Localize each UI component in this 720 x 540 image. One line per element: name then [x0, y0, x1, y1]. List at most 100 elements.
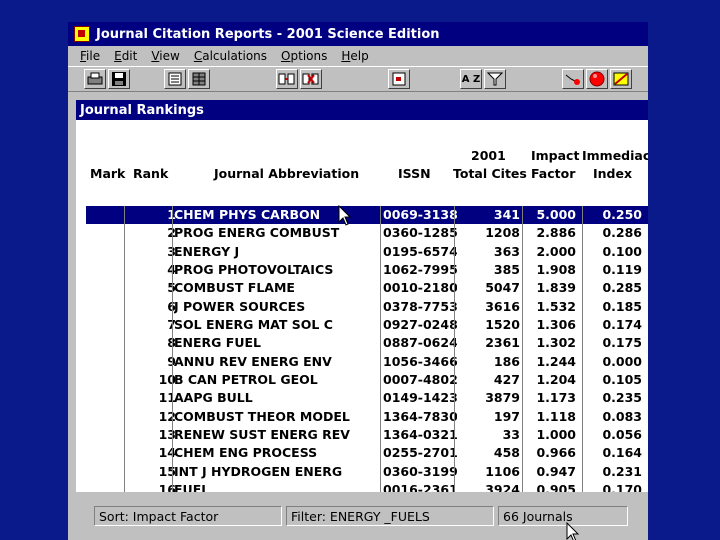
- app-icon[interactable]: [74, 26, 90, 42]
- cell-rank: 12: [158, 408, 176, 424]
- cell-rank: 8: [134, 334, 176, 352]
- table-row[interactable]: 5COMBUST FLAME 0010-2180 5047 1.839 0.285: [86, 279, 648, 297]
- graph-button[interactable]: [562, 69, 584, 89]
- cell-total-cites: 385: [493, 262, 520, 278]
- menu-bar: File Edit View Calculations Options Help: [68, 46, 648, 66]
- cell-rank: 16: [158, 482, 176, 492]
- cell-rank: 2: [134, 224, 176, 242]
- menu-file[interactable]: File: [80, 49, 100, 63]
- menu-calculations[interactable]: Calculations: [194, 49, 267, 63]
- table-row[interactable]: 1CHEM PHYS CARBON 0069-3138 341 5.000 0.250: [86, 206, 648, 225]
- cell-journal-abbreviation: AAPG BULL: [174, 390, 253, 406]
- column-header-impact[interactable]: Impact: [531, 148, 579, 163]
- exit-icon: [613, 72, 629, 86]
- cell-impact-factor: 0.905: [536, 482, 576, 492]
- cell-immediacy-index: 0.235: [602, 390, 642, 406]
- funnel-icon: [487, 72, 503, 86]
- cell-immediacy-index: 0.164: [602, 445, 642, 461]
- cell-rank: 10: [158, 372, 176, 388]
- cell-impact-factor: 0.947: [536, 463, 576, 479]
- cell-impact-factor: 2.886: [536, 225, 576, 241]
- exit-button[interactable]: [610, 69, 632, 89]
- cell-rank: 7: [134, 316, 176, 334]
- mark-records-icon: [278, 73, 295, 85]
- cell-total-cites: 1106: [485, 463, 520, 479]
- sort-status: Sort: Impact Factor: [94, 506, 282, 526]
- cell-journal-abbreviation: ENERGY J: [174, 243, 240, 259]
- print-button[interactable]: [84, 69, 106, 89]
- table-row[interactable]: 9ANNU REV ENERG ENV 1056-3466 186 1.244 0.00…: [86, 353, 648, 371]
- panel-title-text: Journal Rankings: [80, 102, 204, 118]
- cell-journal-abbreviation: PROG ENERG COMBUST: [174, 225, 340, 241]
- column-header-index[interactable]: Index: [593, 166, 632, 181]
- cell-immediacy-index: 0.175: [602, 335, 642, 351]
- menu-help[interactable]: Help: [341, 49, 368, 63]
- column-header-immediacy[interactable]: Immediacy: [582, 148, 648, 163]
- mark-button[interactable]: [276, 69, 298, 89]
- list-view-button[interactable]: [164, 69, 186, 89]
- table-row[interactable]: 6J POWER SOURCES 0378-7753 3616 1.532 0.185: [86, 298, 648, 316]
- cell-journal-abbreviation: B CAN PETROL GEOL: [174, 372, 318, 388]
- menu-view[interactable]: View: [151, 49, 179, 63]
- column-header-factor[interactable]: Factor: [531, 166, 575, 181]
- column-header-abbrev[interactable]: Journal Abbreviation: [214, 166, 359, 181]
- filter-button[interactable]: [484, 69, 506, 89]
- column-header-cites-year[interactable]: 2001: [471, 148, 506, 163]
- journal-detail-button[interactable]: [388, 69, 410, 89]
- cell-total-cites: 3616: [485, 298, 520, 314]
- menu-options[interactable]: Options: [281, 49, 327, 63]
- table-row[interactable]: 2PROG ENERG COMBUST 0360-1285 1208 2.886 0.2…: [86, 224, 648, 242]
- grid-view-button[interactable]: [188, 69, 210, 89]
- cell-rank: 1: [134, 206, 176, 224]
- table-row[interactable]: 10 B CAN PETROL GEOL 0007-4802 427 1.204 0.10…: [86, 371, 648, 389]
- cell-total-cites: 341: [493, 207, 520, 222]
- table-row[interactable]: 7SOL ENERG MAT SOL C 0927-0248 1520 1.306 0.…: [86, 316, 648, 334]
- cell-journal-abbreviation: PROG PHOTOVOLTAICS: [174, 262, 334, 278]
- printer-icon: [87, 72, 103, 85]
- cell-issn: 0069-3138: [383, 207, 457, 222]
- cell-impact-factor: 1.908: [536, 262, 576, 278]
- cell-total-cites: 33: [502, 427, 520, 443]
- table-row[interactable]: 4PROG PHOTOVOLTAICS 1062-7995 385 1.908 0.11…: [86, 261, 648, 279]
- cell-immediacy-index: 0.286: [602, 225, 642, 241]
- cell-immediacy-index: 0.250: [602, 207, 642, 222]
- cell-journal-abbreviation: SOL ENERG MAT SOL C: [174, 317, 333, 333]
- save-button[interactable]: [108, 69, 130, 89]
- cell-total-cites: 1208: [485, 225, 520, 241]
- stop-button[interactable]: [586, 69, 608, 89]
- cell-issn: 0016-2361: [383, 482, 457, 492]
- table-row[interactable]: 16 FUEL 0016-2361 3924 0.905 0.170: [86, 481, 648, 492]
- column-header-rank[interactable]: Rank: [133, 166, 168, 181]
- column-divider: [582, 206, 583, 492]
- sort-button[interactable]: A Z: [460, 69, 482, 89]
- cell-rank: 3: [134, 243, 176, 261]
- table-row[interactable]: 12 COMBUST THEOR MODEL 1364-7830 197 1.118 0.…: [86, 408, 648, 426]
- cell-journal-abbreviation: COMBUST THEOR MODEL: [174, 408, 350, 424]
- grid-icon: [192, 72, 206, 86]
- cell-impact-factor: 2.000: [536, 243, 576, 259]
- menu-edit[interactable]: Edit: [114, 49, 137, 63]
- cell-rank: 9: [134, 353, 176, 371]
- cell-rank: 13: [158, 427, 176, 443]
- column-header-mark[interactable]: Mark: [90, 166, 125, 181]
- cell-journal-abbreviation: INT J HYDROGEN ENERG: [174, 463, 343, 479]
- table-row[interactable]: 14 CHEM ENG PROCESS 0255-2701 458 0.966 0.164: [86, 444, 648, 462]
- cell-impact-factor: 5.000: [536, 207, 576, 222]
- table-row[interactable]: 3ENERGY J 0195-6574 363 2.000 0.100: [86, 243, 648, 261]
- unmark-button[interactable]: [300, 69, 322, 89]
- cell-total-cites: 427: [493, 372, 520, 388]
- cell-immediacy-index: 0.056: [602, 427, 642, 443]
- table-row[interactable]: 13 RENEW SUST ENERG REV 1364-0321 33 1.000 0.…: [86, 426, 648, 444]
- column-header-issn[interactable]: ISSN: [398, 166, 431, 181]
- table-row[interactable]: 8ENERG FUEL 0887-0624 2361 1.302 0.175: [86, 334, 648, 352]
- column-header-total-cites[interactable]: Total Cites: [453, 166, 527, 181]
- cell-journal-abbreviation: FUEL: [174, 482, 210, 492]
- cell-impact-factor: 1.302: [536, 335, 576, 351]
- status-bar: Sort: Impact Factor Filter: ENERGY _FUEL…: [86, 496, 648, 536]
- cell-impact-factor: 1.000: [536, 427, 576, 443]
- cell-total-cites: 2361: [485, 335, 520, 351]
- cell-impact-factor: 1.118: [536, 408, 576, 424]
- table-row[interactable]: 11 AAPG BULL 0149-1423 3879 1.173 0.235: [86, 389, 648, 407]
- cell-total-cites: 458: [493, 445, 520, 461]
- table-row[interactable]: 15 INT J HYDROGEN ENERG 0360-3199 1106 0.947…: [86, 463, 648, 481]
